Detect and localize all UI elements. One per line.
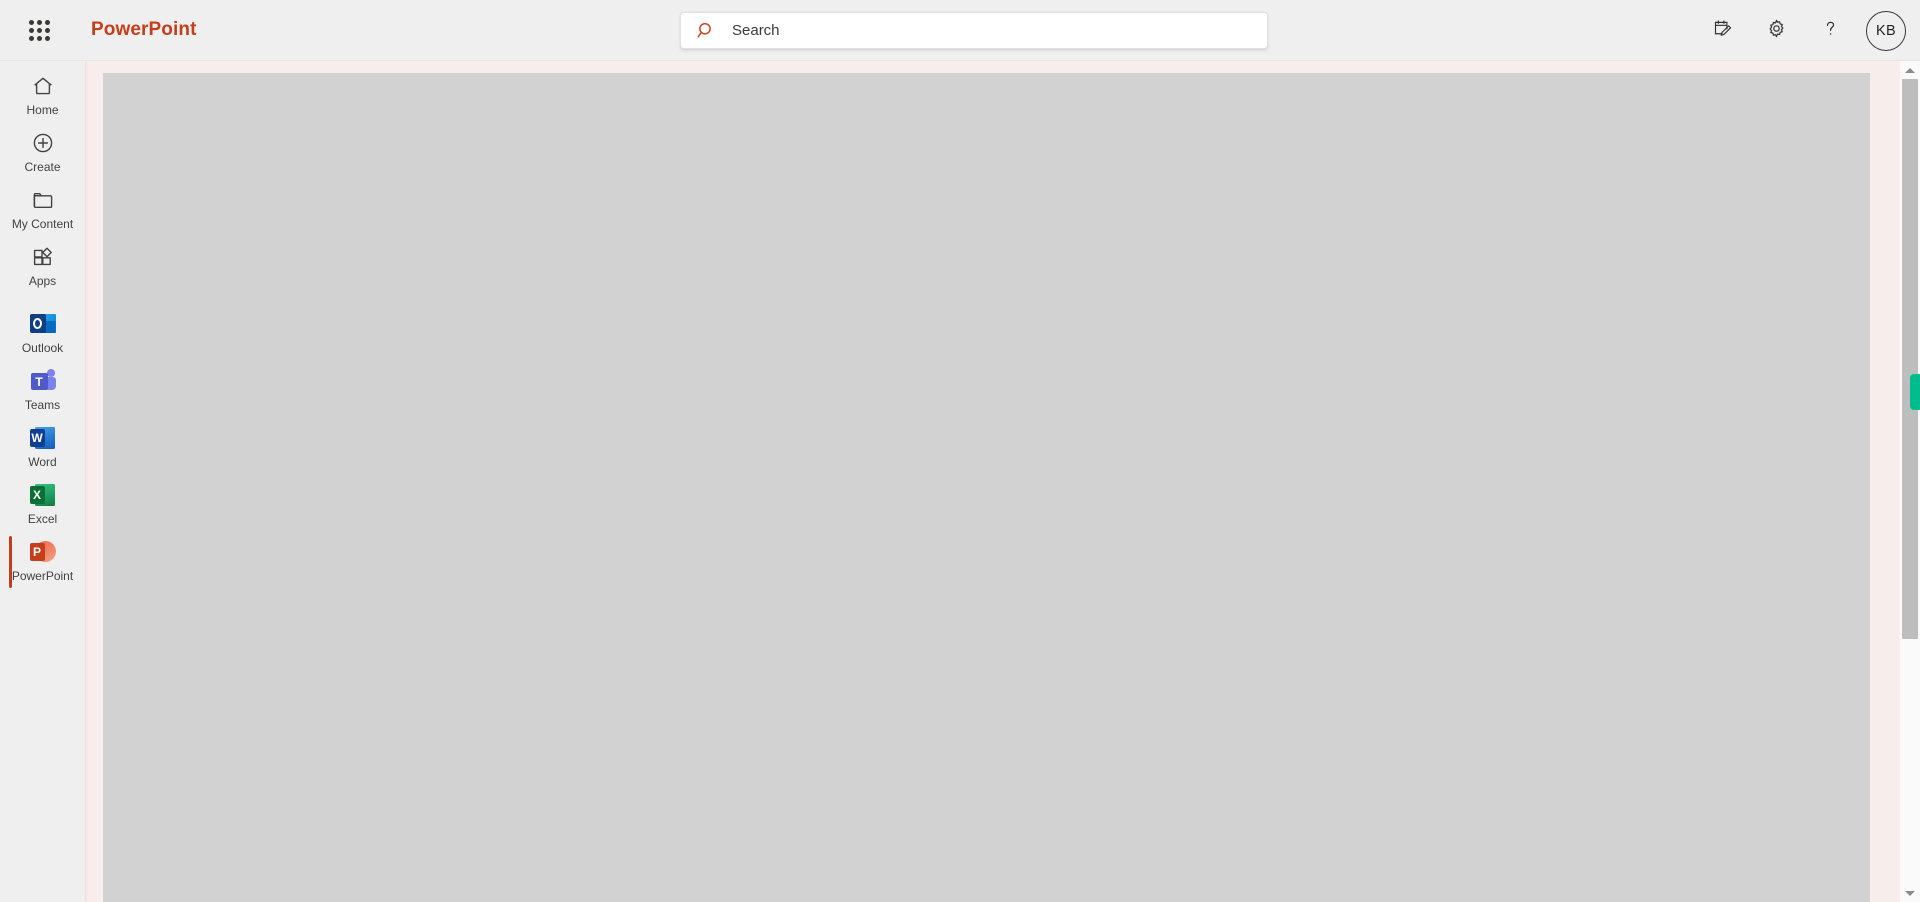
account-avatar[interactable]: KB [1866, 10, 1906, 51]
search-icon [697, 21, 716, 40]
header-actions: KB [1700, 0, 1906, 61]
chevron-down-icon [1905, 890, 1915, 896]
feedback-icon [1712, 18, 1733, 44]
scroll-thumb[interactable] [1902, 79, 1918, 639]
folder-icon [31, 187, 55, 213]
search-container [680, 12, 1268, 49]
search-box[interactable] [680, 12, 1268, 49]
sidebar-item-apps[interactable]: Apps [0, 238, 85, 295]
page-canvas [85, 61, 1900, 902]
sidebar-item-label: PowerPoint [11, 569, 74, 583]
sidebar-item-label: Teams [24, 398, 61, 412]
home-icon [31, 73, 55, 99]
gear-icon [1766, 18, 1787, 44]
search-input[interactable] [732, 22, 1267, 39]
sidebar-item-excel[interactable]: X Excel [0, 476, 85, 533]
app-header: PowerPoint Search KB [0, 0, 1920, 61]
content-loading-placeholder [103, 73, 1870, 902]
excel-glyph: X [29, 486, 45, 504]
chevron-up-icon [1905, 67, 1915, 73]
sidebar-item-powerpoint[interactable]: P PowerPoint [0, 533, 85, 590]
sidebar-item-word[interactable]: W Word [0, 419, 85, 476]
sidebar-item-label: Apps [28, 274, 57, 288]
question-mark-icon [1820, 18, 1841, 44]
sidebar-item-label: Word [28, 455, 57, 469]
scroll-down-arrow[interactable] [1900, 884, 1920, 902]
help-button[interactable] [1808, 9, 1852, 53]
excel-icon: X [29, 482, 56, 508]
sidebar-item-label: Outlook [21, 341, 64, 355]
rail-app-group: Outlook T Teams W Word X Excel P PowerPo… [0, 295, 85, 590]
page-vertical-scrollbar[interactable] [1900, 61, 1920, 902]
powerpoint-glyph: P [29, 543, 45, 561]
main-content-region [85, 61, 1920, 902]
sidebar-item-my-content[interactable]: My Content [0, 181, 85, 238]
teams-icon: T [30, 368, 56, 394]
teams-glyph: T [35, 374, 43, 389]
powerpoint-icon: P [29, 539, 56, 565]
word-icon: W [29, 425, 56, 451]
left-navigation-rail: Home Create My Content Apps Outlook T Te… [0, 61, 85, 902]
sidebar-item-outlook[interactable]: Outlook [0, 305, 85, 362]
sidebar-item-label: My Content [11, 217, 74, 231]
sidebar-item-label: Home [26, 103, 59, 117]
avatar-initials: KB [1876, 22, 1896, 39]
scroll-position-marker[interactable] [1910, 374, 1920, 410]
rail-nav-group: Home Create My Content Apps [0, 61, 85, 295]
sidebar-item-label: Excel [27, 512, 58, 526]
app-brand-title[interactable]: PowerPoint [91, 19, 197, 41]
sidebar-item-home[interactable]: Home [0, 67, 85, 124]
sidebar-item-teams[interactable]: T Teams [0, 362, 85, 419]
settings-button[interactable] [1754, 9, 1798, 53]
outlook-icon [29, 311, 56, 337]
apps-grid-icon [31, 244, 55, 270]
waffle-grid-icon [28, 19, 50, 41]
sidebar-item-label: Create [24, 160, 61, 174]
waffle-menu-button[interactable] [15, 6, 63, 54]
word-glyph: W [29, 429, 45, 447]
scroll-up-arrow[interactable] [1900, 61, 1920, 79]
feedback-button[interactable] [1700, 9, 1744, 53]
plus-circle-icon [31, 130, 55, 156]
sidebar-item-create[interactable]: Create [0, 124, 85, 181]
